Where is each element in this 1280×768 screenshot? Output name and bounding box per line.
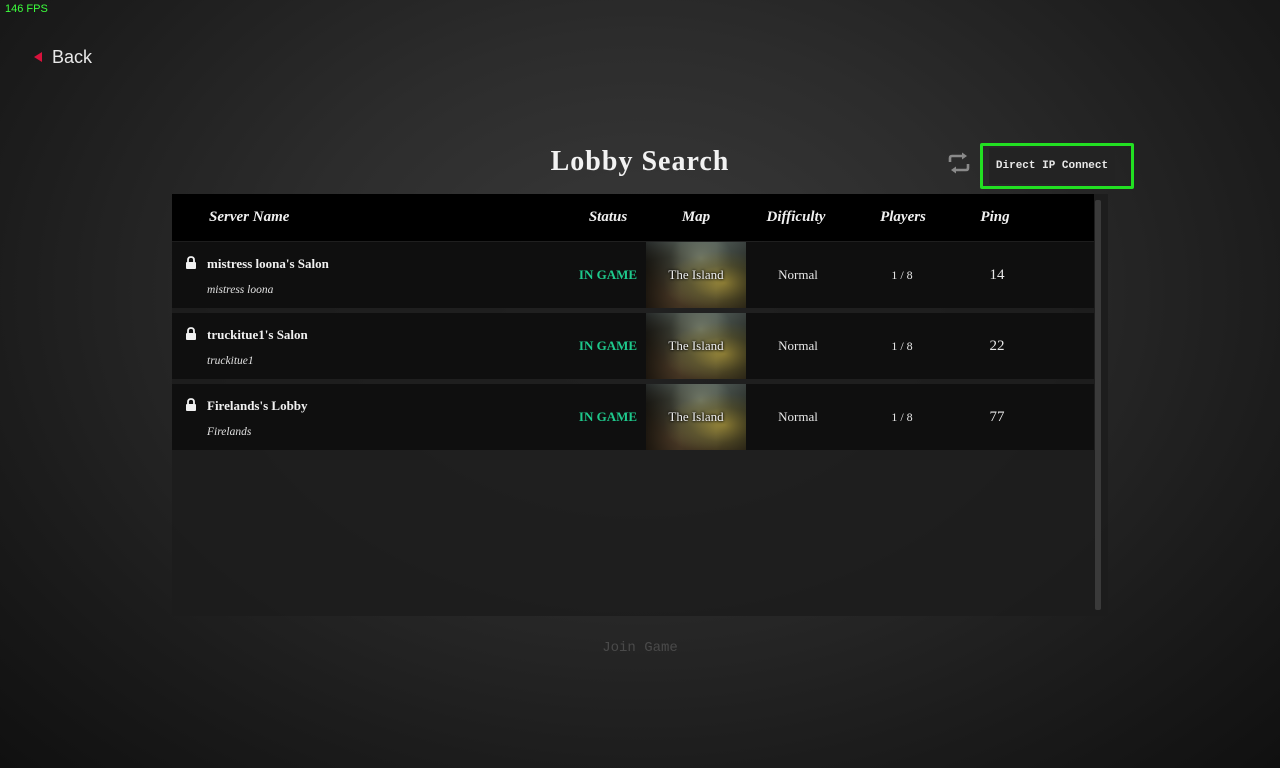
server-name: truckitue1's Salon xyxy=(207,327,308,342)
ping-value: 14 xyxy=(989,267,1005,283)
page-title: Lobby Search xyxy=(550,146,730,177)
table-header: Server Name Status Map Difficulty Player… xyxy=(172,194,1094,241)
server-name: Firelands's Lobby xyxy=(207,398,308,413)
table-row[interactable]: Firelands's Lobby Firelands IN GAME The … xyxy=(172,384,1094,450)
difficulty-value: Normal xyxy=(778,267,818,282)
map-name: The Island xyxy=(668,267,724,282)
players-count: 1 / 8 xyxy=(891,268,913,282)
header-difficulty[interactable]: Difficulty xyxy=(746,194,846,241)
host-name: mistress loona xyxy=(207,284,274,296)
status-badge: IN GAME xyxy=(578,267,638,282)
table-row[interactable]: mistress loona's Salon mistress loona IN… xyxy=(172,242,1094,308)
map-thumbnail: The Island xyxy=(646,242,746,308)
header-map[interactable]: Map xyxy=(646,194,746,241)
table-row[interactable]: truckitue1's Salon truckitue1 IN GAME Th… xyxy=(172,313,1094,379)
difficulty-value: Normal xyxy=(778,338,818,353)
map-thumbnail: The Island xyxy=(646,313,746,379)
players-count: 1 / 8 xyxy=(891,339,913,353)
direct-ip-connect-button[interactable]: Direct IP Connect xyxy=(980,143,1134,189)
lock-icon xyxy=(186,256,196,269)
ping-value: 77 xyxy=(989,409,1005,425)
status-badge: IN GAME xyxy=(578,409,638,424)
difficulty-value: Normal xyxy=(778,409,818,424)
refresh-button[interactable] xyxy=(946,150,972,176)
fps-counter: 146 FPS xyxy=(5,3,48,15)
lock-icon xyxy=(186,398,196,411)
players-count: 1 / 8 xyxy=(891,410,913,424)
back-button[interactable]: Back xyxy=(34,44,92,70)
header-status[interactable]: Status xyxy=(572,194,644,241)
header-players[interactable]: Players xyxy=(853,194,953,241)
back-label: Back xyxy=(52,46,93,67)
map-thumbnail: The Island xyxy=(646,384,746,450)
server-name: mistress loona's Salon xyxy=(207,256,329,271)
host-name: Firelands xyxy=(207,426,252,438)
direct-ip-connect-label: Direct IP Connect xyxy=(989,148,1115,184)
map-name: The Island xyxy=(668,409,724,424)
header-server-name[interactable]: Server Name xyxy=(209,194,289,241)
refresh-icon xyxy=(948,152,970,174)
lock-icon xyxy=(186,327,196,340)
host-name: truckitue1 xyxy=(207,355,254,367)
map-name: The Island xyxy=(668,338,724,353)
back-arrow-icon xyxy=(34,52,42,62)
ping-value: 22 xyxy=(989,338,1005,354)
join-game-button[interactable]: Join Game xyxy=(540,640,740,656)
scrollbar[interactable] xyxy=(1095,200,1101,610)
lobby-list-panel: Server Name Status Map Difficulty Player… xyxy=(172,194,1108,616)
header-ping[interactable]: Ping xyxy=(955,194,1035,241)
status-badge: IN GAME xyxy=(578,338,638,353)
